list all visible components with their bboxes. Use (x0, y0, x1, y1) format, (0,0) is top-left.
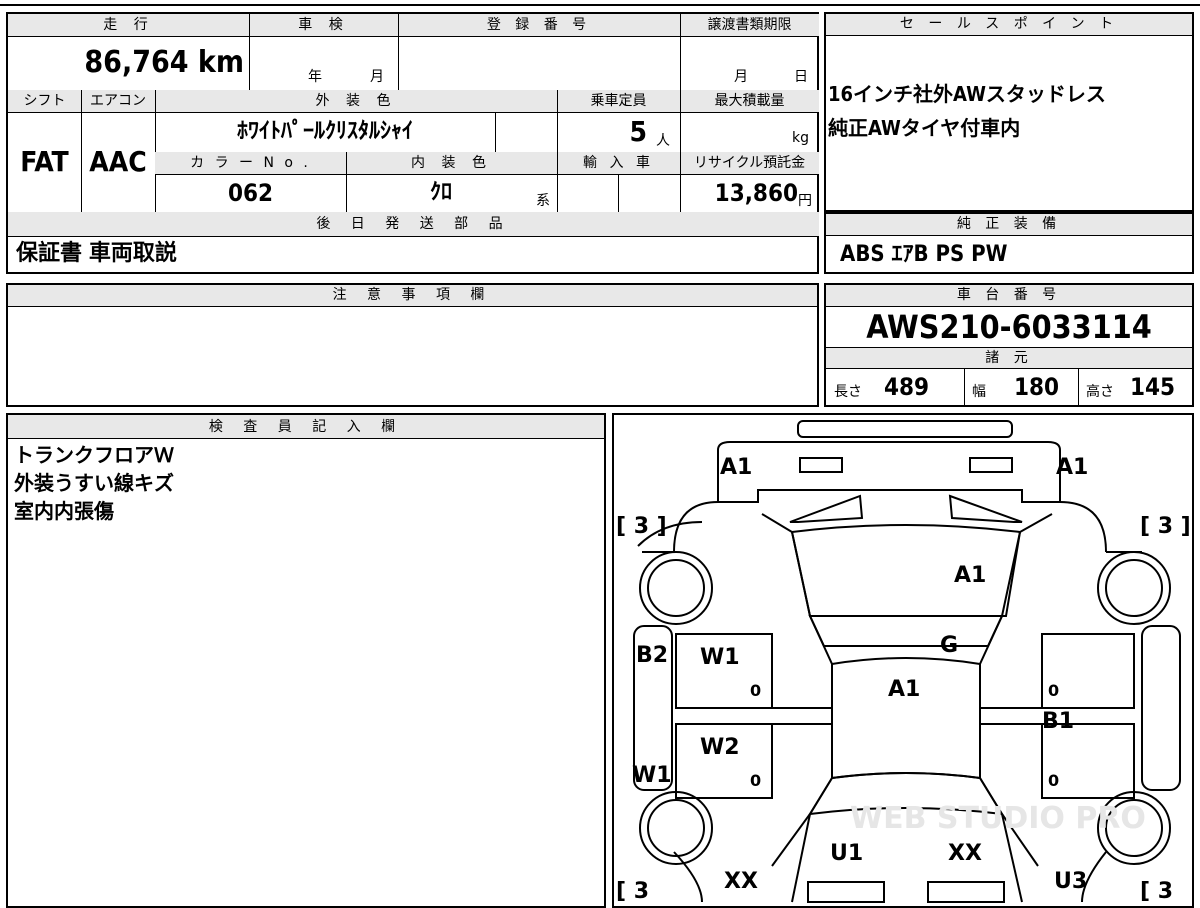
tire-right-top: [ 3 ] (1140, 514, 1191, 539)
inspector-label: 検 査 員 記 入 欄 (8, 415, 604, 439)
inspector-line-3: 室内内張傷 (14, 499, 114, 523)
inspection-year-unit: 年 (308, 69, 322, 85)
capacity-unit: 人 (656, 133, 670, 149)
watermark: WEB STUDIO PRO (850, 801, 1146, 836)
right-side-mark: B1 (1042, 709, 1074, 734)
notes-panel: 注 意 事 項 欄 (6, 283, 819, 407)
later-parts-value: 保証書 車両取説 (16, 241, 177, 266)
hood-right-mark: XX (948, 841, 982, 866)
transfer-month-unit: 月 (734, 69, 748, 85)
inspection-label: 車 検 (298, 17, 349, 33)
inspector-line-2: 外装うすい線キズ (14, 471, 174, 495)
inspector-panel: 検 査 員 記 入 欄 トランクフロアＷ 外装うすい線キズ 室内内張傷 (6, 413, 606, 908)
capacity-value: 5 (629, 115, 647, 148)
import-label: 輸 入 車 (583, 155, 654, 171)
chassis-value: AWS210-6033114 (866, 308, 1152, 346)
height-label: 高さ (1086, 384, 1114, 400)
recycle-label: リサイクル預託金 (693, 155, 806, 171)
left-front-fender-mark: W1 (632, 763, 672, 788)
sales-points-panel: セ ー ル ス ポ イ ン ト 16インチ社外AWスタッドレス 純正AWタイヤ付… (824, 12, 1194, 212)
hood-left-mark: U1 (830, 841, 863, 866)
chassis-panel: 車 台 番 号 AWS210-6033114 諸 元 長さ 489 幅 180 … (824, 283, 1194, 407)
length-value: 489 (884, 373, 930, 401)
trunk-mark: A1 (954, 563, 986, 588)
transfer-deadline-label: 譲渡書類期限 (707, 17, 792, 33)
shift-label: シフト (23, 93, 66, 109)
aircon-value: AAC (89, 145, 147, 178)
distance-value: 86,764 km (84, 45, 244, 80)
zero-mark-left-front: 0 (750, 771, 761, 790)
aircon-label: エアコン (90, 93, 146, 109)
tire-left-top: [ 3 ] (616, 514, 667, 539)
standard-equipment-label: 純 正 装 備 (826, 214, 1192, 236)
left-rear-quarter-mark: B2 (636, 643, 668, 668)
rear-left-mark: A1 (720, 455, 752, 480)
top-clipped-strip (0, 0, 1200, 6)
front-right-mark: U3 (1054, 869, 1087, 894)
length-label: 長さ (834, 384, 862, 400)
distance-label: 走 行 (103, 17, 154, 33)
chassis-label: 車 台 番 号 (826, 285, 1192, 307)
inspection-month-unit: 月 (370, 69, 384, 85)
sales-point-line-1: 16インチ社外AWスタッドレス (828, 82, 1106, 106)
sales-points-label: セ ー ル ス ポ イ ン ト (826, 14, 1192, 36)
shift-value: FAT (20, 145, 69, 178)
zero-mark-right-front: 0 (1048, 771, 1059, 790)
registration-label: 登 録 番 号 (486, 17, 592, 33)
width-value: 180 (1014, 373, 1060, 401)
interior-color-value: ｸﾛ (429, 180, 452, 205)
rear-right-mark: A1 (1056, 455, 1088, 480)
max-load-unit: kg (792, 130, 809, 146)
width-label: 幅 (972, 384, 986, 400)
roof-mark: A1 (888, 677, 920, 702)
left-rear-door-mark: W1 (700, 645, 740, 670)
exterior-color-value: ﾎﾜｲﾄﾊﾟｰﾙｸﾘｽﾀﾙｼｬｲ (236, 119, 413, 144)
interior-color-suffix: 系 (536, 193, 550, 209)
height-value: 145 (1130, 373, 1176, 401)
notes-label: 注 意 事 項 欄 (8, 285, 817, 307)
inspector-line-1: トランクフロアＷ (14, 443, 174, 467)
color-no-value: 062 (227, 179, 274, 207)
recycle-value: 13,860 (714, 179, 798, 207)
max-load-label: 最大積載量 (714, 93, 785, 109)
sales-point-line-2: 純正AWタイヤ付車内 (828, 116, 1021, 140)
standard-equipment-value: ABS ｴｱB PS PW (840, 242, 1008, 267)
tire-left-bottom: [ 3 (616, 879, 649, 904)
color-no-label: カ ラ ー N o . (190, 155, 311, 171)
front-left-mark: XX (724, 869, 758, 894)
recycle-unit: 円 (798, 193, 812, 209)
car-diagram-panel: [ 3 ] [ 3 ] [ 3 [ 3 A1 A1 A1 G A1 B2 W1 … (612, 413, 1194, 908)
rear-glass-mark: G (940, 633, 958, 658)
tire-right-bottom: [ 3 (1140, 879, 1173, 904)
later-parts-label: 後 日 発 送 部 品 (316, 216, 511, 232)
standard-equipment-panel: 純 正 装 備 ABS ｴｱB PS PW (824, 212, 1194, 274)
capacity-label: 乗車定員 (590, 93, 647, 109)
car-diagram: [ 3 ] [ 3 ] [ 3 [ 3 A1 A1 A1 G A1 B2 W1 … (616, 420, 1191, 904)
left-front-door-mark: W2 (700, 735, 740, 760)
dimensions-label: 諸 元 (826, 347, 1192, 369)
transfer-day-unit: 日 (794, 69, 808, 85)
exterior-color-label: 外 装 色 (315, 93, 397, 109)
notes-value (16, 311, 806, 401)
vehicle-info-table: 走 行 車 検 登 録 番 号 譲渡書類期限 86,764 km 年 月 月 日… (6, 12, 819, 274)
interior-color-label: 内 装 色 (411, 155, 492, 171)
zero-mark-right-rear: 0 (1048, 681, 1059, 700)
zero-mark-left-rear: 0 (750, 681, 761, 700)
